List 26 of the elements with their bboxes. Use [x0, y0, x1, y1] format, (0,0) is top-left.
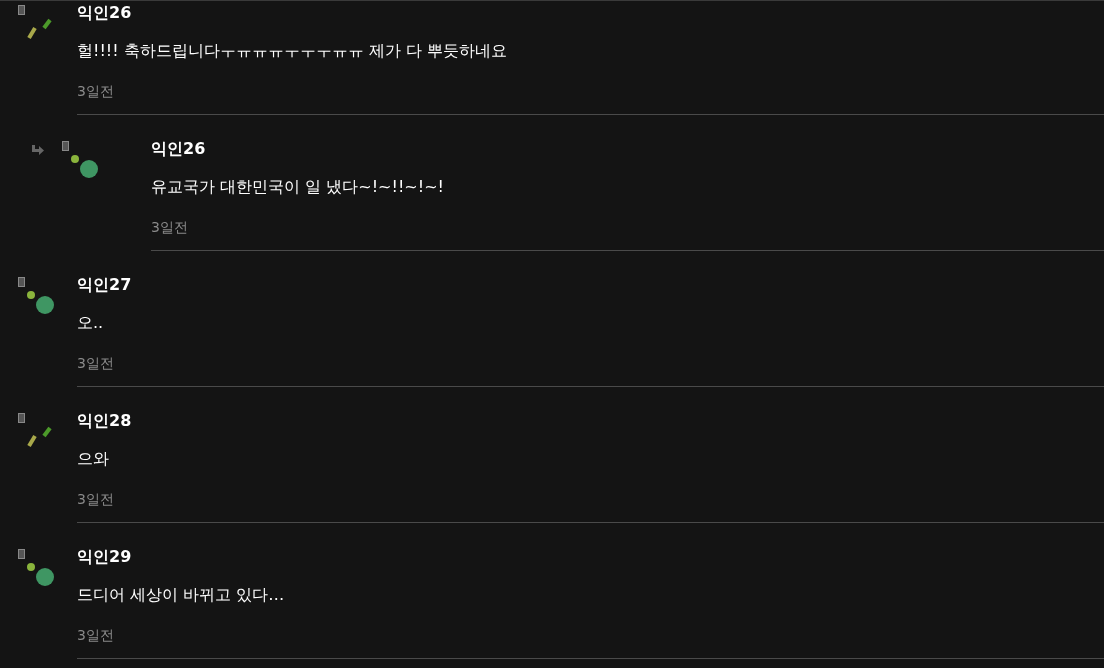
timestamp: 3일전: [77, 490, 115, 509]
comment-text: 으와: [77, 448, 110, 470]
broken-image-icon: [18, 277, 25, 287]
author-name: 익인26: [151, 138, 207, 160]
timestamp: 3일전: [77, 82, 115, 101]
author-name: 익인27: [77, 274, 133, 296]
broken-image-icon: [18, 5, 25, 15]
timestamp: 3일전: [151, 218, 189, 237]
avatar-drawing: [27, 563, 54, 586]
comment-text: 유교국가 대한민국이 일 냈다~!~!!~!~!: [151, 176, 445, 198]
author-name: 익인29: [77, 546, 133, 568]
reply-arrow-icon: [30, 145, 44, 157]
broken-image-icon: [62, 141, 69, 151]
avatar-drawing: [27, 18, 52, 40]
comment-text: 오..: [77, 312, 105, 334]
timestamp: 3일전: [77, 354, 115, 373]
comment-text: 헐!!!! 축하드립니다ㅜㅠㅠㅠㅜㅜㅜㅠㅠ 제가 다 뿌듯하네요: [77, 40, 508, 62]
avatar-drawing: [71, 155, 98, 178]
broken-image-icon: [18, 413, 25, 423]
author-name: 익인26: [77, 2, 133, 24]
author-name: 익인28: [77, 410, 133, 432]
avatar-drawing: [27, 291, 54, 314]
timestamp: 3일전: [77, 626, 115, 645]
comment-text: 드디어 세상이 바뀌고 있다…: [77, 584, 286, 606]
broken-image-icon: [18, 549, 25, 559]
avatar-drawing: [27, 426, 52, 448]
